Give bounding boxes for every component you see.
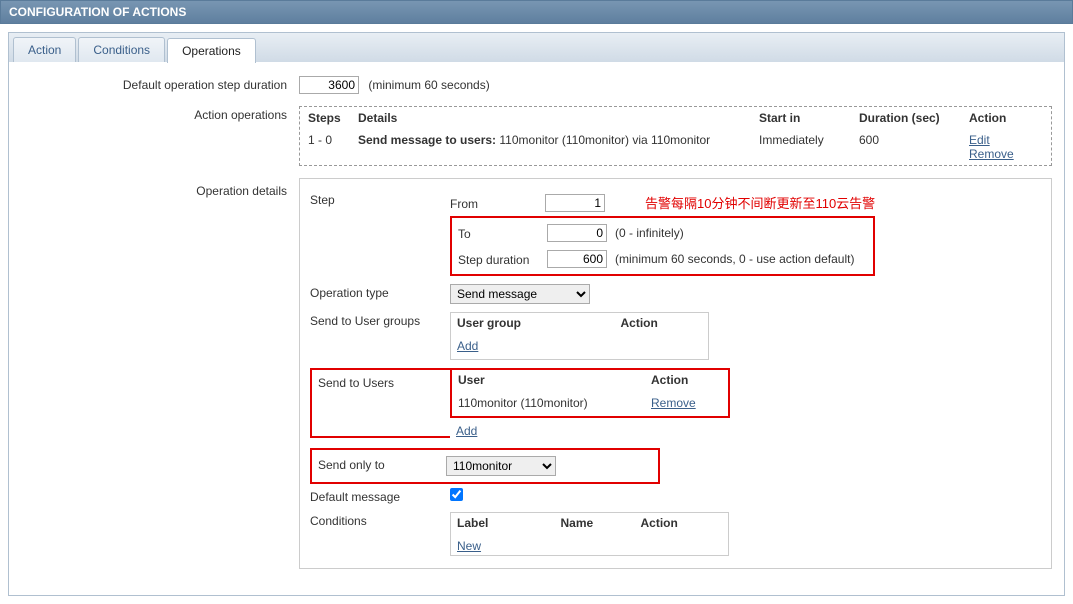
page-header: CONFIGURATION OF ACTIONS <box>0 0 1073 24</box>
default-msg-label: Default message <box>310 488 450 504</box>
ops-col-start: Start in <box>751 107 851 129</box>
ops-col-action: Action <box>961 107 1051 129</box>
tab-action[interactable]: Action <box>13 37 76 62</box>
operation-details-label: Operation details <box>9 178 299 569</box>
default-step-duration-hint: (minimum 60 seconds) <box>368 78 489 92</box>
to-hint: (0 - infinitely) <box>615 226 684 240</box>
to-input[interactable] <box>547 224 607 242</box>
tab-bar: Action Conditions Operations <box>8 32 1065 62</box>
ops-row-duration: 600 <box>851 129 961 165</box>
action-operations-label: Action operations <box>9 106 299 166</box>
conditions-label: Conditions <box>310 512 450 528</box>
users-col-user: User <box>451 369 651 390</box>
ops-row-remove-link[interactable]: Remove <box>969 147 1014 161</box>
step-duration-hint: (minimum 60 seconds, 0 - use action defa… <box>615 252 854 266</box>
step-duration-input[interactable] <box>547 250 607 268</box>
cond-col-label: Label <box>451 513 561 534</box>
step-label: Step <box>310 191 450 207</box>
groups-add-link[interactable]: Add <box>457 339 478 353</box>
ops-row: 1 - 0 Send message to users: 110monitor … <box>300 129 1051 165</box>
default-step-duration-input[interactable] <box>299 76 359 94</box>
groups-col-group: User group <box>451 313 621 334</box>
cond-col-name: Name <box>561 513 641 534</box>
ops-col-steps: Steps <box>300 107 350 129</box>
send-users-label: Send to Users <box>310 368 450 438</box>
annotation-text: 告警每隔10分钟不间断更新至110云告警 <box>645 193 875 212</box>
operation-details-box: Step From 告警每隔10分钟不间断更新至110云告警 To (0 - i… <box>299 178 1052 569</box>
default-msg-checkbox[interactable] <box>450 488 463 501</box>
page-title: CONFIGURATION OF ACTIONS <box>9 5 186 19</box>
send-groups-label: Send to User groups <box>310 312 450 328</box>
default-step-duration-label: Default operation step duration <box>9 76 299 94</box>
tab-conditions[interactable]: Conditions <box>78 37 165 62</box>
users-add-link[interactable]: Add <box>456 424 477 438</box>
users-col-action: Action <box>651 369 729 390</box>
ops-row-edit-link[interactable]: Edit <box>969 133 990 147</box>
to-label: To <box>458 225 547 241</box>
users-row-remove-link[interactable]: Remove <box>651 396 696 410</box>
tab-operations[interactable]: Operations <box>167 38 256 63</box>
cond-col-action: Action <box>641 513 729 534</box>
op-type-label: Operation type <box>310 284 450 300</box>
ops-row-steps: 1 - 0 <box>300 129 350 165</box>
send-only-select[interactable]: 110monitor <box>446 456 556 476</box>
ops-col-duration: Duration (sec) <box>851 107 961 129</box>
op-type-select[interactable]: Send message <box>450 284 590 304</box>
cond-new-link[interactable]: New <box>457 539 481 553</box>
from-label: From <box>450 195 545 211</box>
ops-row-details: Send message to users: 110monitor (110mo… <box>350 129 751 165</box>
groups-col-action: Action <box>621 313 709 334</box>
send-only-label: Send only to <box>318 456 446 472</box>
users-row-user: 110monitor (110monitor) <box>451 390 651 417</box>
action-operations-box: Steps Details Start in Duration (sec) Ac… <box>299 106 1052 166</box>
ops-row-start: Immediately <box>751 129 851 165</box>
step-duration-label: Step duration <box>458 251 547 267</box>
from-input[interactable] <box>545 194 605 212</box>
ops-col-details: Details <box>350 107 751 129</box>
